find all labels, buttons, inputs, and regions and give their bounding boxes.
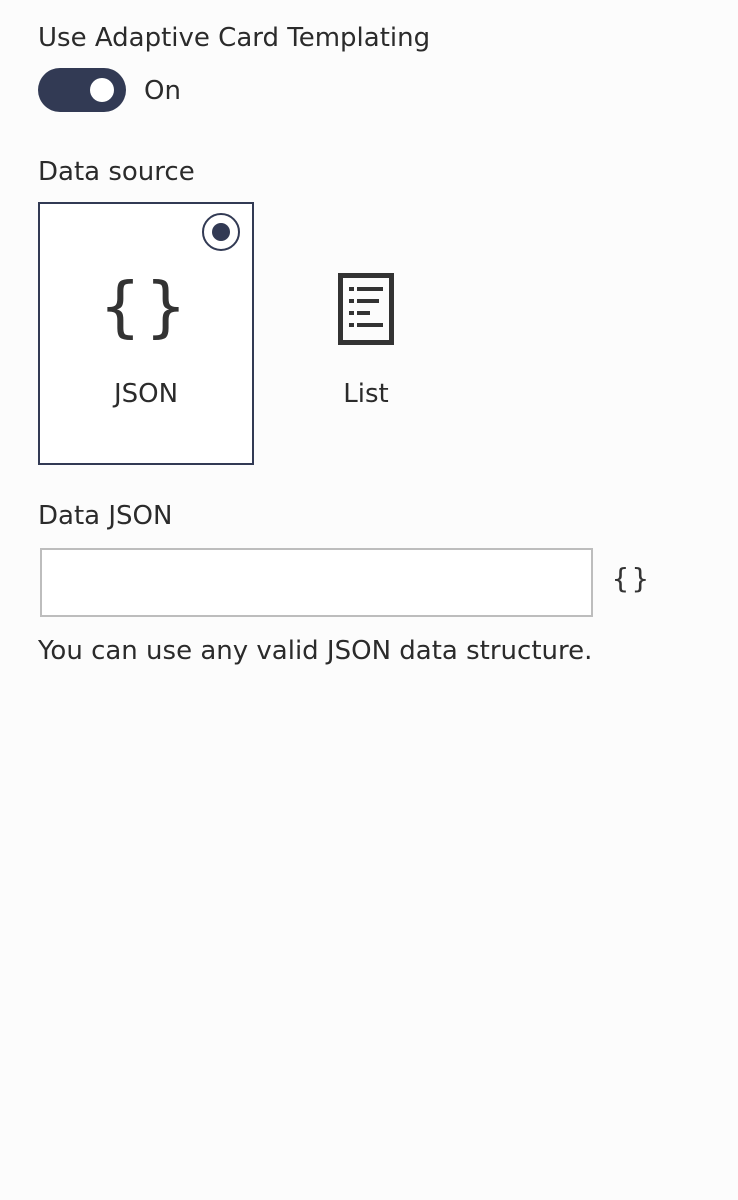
option-label: JSON [113,379,179,409]
data-source-option-list[interactable]: List [290,202,442,464]
templating-toggle[interactable] [38,68,126,112]
data-source-label: Data source [38,157,195,187]
list-document-icon [338,273,394,345]
data-json-input[interactable] [40,548,593,617]
curly-braces-icon: {} [100,268,192,345]
toggle-knob [90,78,114,102]
data-json-help: You can use any valid JSON data structur… [38,636,593,666]
data-source-option-json[interactable]: {} JSON [38,202,254,465]
option-label: List [343,379,389,409]
data-json-label: Data JSON [38,501,173,531]
radio-selected-icon[interactable] [202,213,240,251]
toggle-state-label: On [144,76,181,106]
edit-json-button[interactable]: {} [612,562,652,595]
templating-label: Use Adaptive Card Templating [38,23,431,53]
